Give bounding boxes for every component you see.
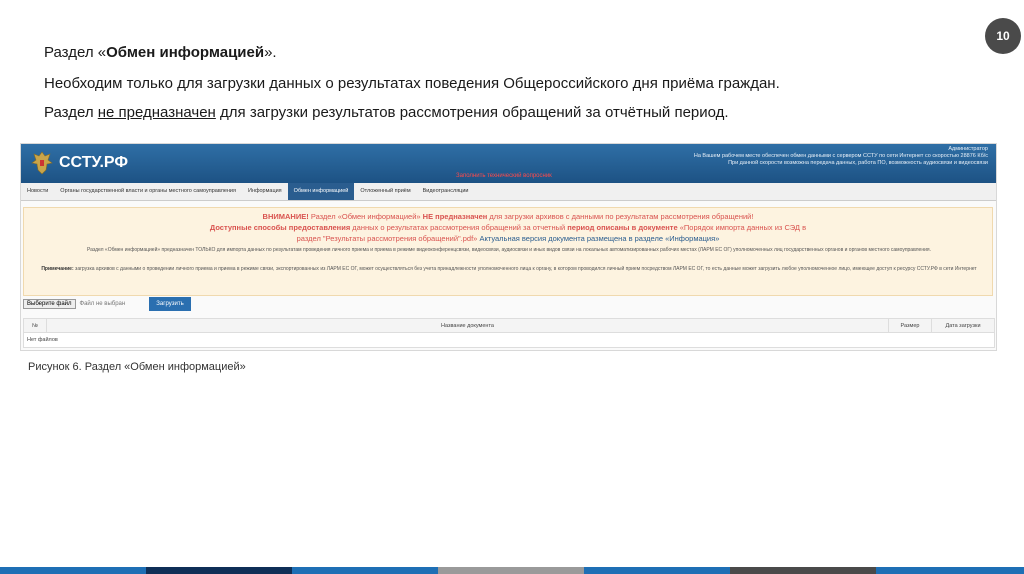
header-alert-link[interactable]: Заполнить технический вопросник <box>456 173 552 179</box>
footer-segment <box>0 567 146 574</box>
connection-capabilities: При данной скорости возможна передача да… <box>728 160 988 166</box>
note-label: Примечание: <box>41 266 74 272</box>
column-size[interactable]: Размер <box>889 319 932 332</box>
tab-news[interactable]: Новости <box>21 183 54 200</box>
footer-segment <box>876 567 1024 574</box>
heading-line: Раздел «Обмен информацией». <box>44 44 277 61</box>
tab-deferred-reception[interactable]: Отложенный приём <box>354 183 416 200</box>
note-line: Раздел не предназначен для загрузки резу… <box>44 104 729 121</box>
eagle-emblem-icon <box>31 151 53 175</box>
warning-not-intended: НЕ предназначен <box>422 212 488 221</box>
line1-bold: Обмен информацией <box>106 44 265 61</box>
footer-segment <box>584 567 730 574</box>
main-nav: Новости Органы государственной власти и … <box>21 183 996 201</box>
warning-text: Актуальная версия документа размещена в … <box>477 234 720 243</box>
file-status: Файл не выбран <box>79 301 126 307</box>
choose-file-button[interactable]: Выберите файл <box>23 299 76 309</box>
slide-number: 10 <box>985 18 1021 54</box>
empty-table-message: Нет файлов <box>27 337 58 343</box>
warning-text: Раздел «Обмен информацией» <box>308 212 423 221</box>
warning-doc-link[interactable]: «Порядок импорта данных из СЭД в <box>678 223 806 232</box>
warning-line-2: Доступные способы предоставления данных … <box>24 223 992 232</box>
line3-underlined: не предназначен <box>97 104 216 121</box>
line3-suffix: для загрузки результатов рассмотрения об… <box>215 104 729 121</box>
connection-speed: На Вашем рабочем месте обеспечен обмен д… <box>693 153 988 159</box>
footer-segment <box>292 567 438 574</box>
column-document-name[interactable]: Название документа <box>47 319 889 332</box>
app-screenshot: ССТУ.РФ Администратор На Вашем рабочем м… <box>20 143 997 351</box>
footer-segment <box>438 567 584 574</box>
info-paragraph: Раздел «Обмен информацией» предназначен … <box>87 247 931 253</box>
warning-methods: Доступные способы предоставления <box>209 223 351 232</box>
tab-authorities[interactable]: Органы государственной власти и органы м… <box>54 183 242 200</box>
warning-line-1: ВНИМАНИЕ! Раздел «Обмен информацией» НЕ … <box>24 212 992 221</box>
tab-info-exchange[interactable]: Обмен информацией <box>287 183 355 200</box>
note-paragraph: Примечание: загрузка архивов с данными о… <box>30 266 988 273</box>
table-header: № Название документа Размер Дата загрузк… <box>24 319 994 333</box>
figure-caption: Рисунок 6. Раздел «Обмен информацией» <box>28 361 246 373</box>
line1-prefix: Раздел « <box>44 44 107 61</box>
warning-panel: ВНИМАНИЕ! Раздел «Обмен информацией» НЕ … <box>23 207 993 296</box>
warning-described: период описаны в документе <box>567 223 678 232</box>
app-title[interactable]: ССТУ.РФ <box>59 154 128 172</box>
footer-color-bar <box>0 567 1024 574</box>
user-role[interactable]: Администратор <box>694 146 988 153</box>
warning-doc-link[interactable]: раздел "Результаты рассмотрения обращени… <box>297 234 478 243</box>
column-upload-date[interactable]: Дата загрузки <box>932 319 994 332</box>
warning-text: для загрузки архивов с данными по резуль… <box>487 212 754 221</box>
file-picker: Выберите файл Файл не выбран <box>23 297 125 311</box>
line1-suffix: ». <box>264 44 277 61</box>
description-line: Необходим только для загрузки данных о р… <box>44 75 780 92</box>
footer-segment <box>730 567 876 574</box>
tab-information[interactable]: Информация <box>242 183 288 200</box>
column-number[interactable]: № <box>24 319 47 332</box>
footer-segment <box>146 567 292 574</box>
line3-prefix: Раздел <box>44 104 98 121</box>
warning-line-3: раздел "Результаты рассмотрения обращени… <box>24 234 992 243</box>
tab-video-broadcasts[interactable]: Видеотрансляции <box>417 183 475 200</box>
warning-attention: ВНИМАНИЕ! <box>262 212 309 221</box>
note-text: загрузка архивов с данными о проведении … <box>73 266 977 272</box>
app-header: ССТУ.РФ Администратор На Вашем рабочем м… <box>21 144 996 183</box>
header-user-info: Администратор На Вашем рабочем месте обе… <box>694 146 988 167</box>
warning-text: данных о результатах рассмотрения обраще… <box>350 223 568 232</box>
documents-table: № Название документа Размер Дата загрузк… <box>23 318 995 348</box>
upload-button[interactable]: Загрузить <box>149 297 191 311</box>
